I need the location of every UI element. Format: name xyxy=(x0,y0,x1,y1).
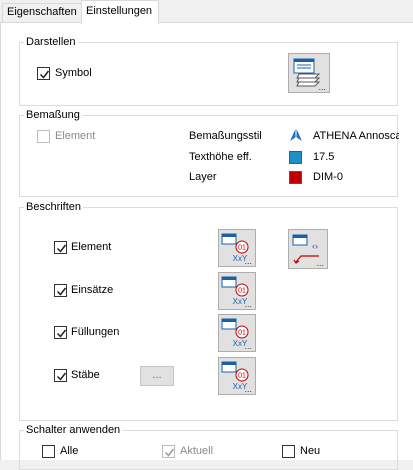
bemassungsstil-value[interactable]: ATHENA Annoscal xyxy=(313,129,399,143)
aktuell-label: Aktuell xyxy=(180,445,214,457)
ellipsis-icon: ... xyxy=(244,299,252,309)
group-beschriften-title: Beschriften xyxy=(24,200,84,214)
texthoehe-value[interactable]: 17.5 xyxy=(313,150,334,164)
fuellungen-label-settings-button[interactable]: 01 XxY ... xyxy=(218,314,256,352)
texthoehe-label: Texthöhe eff. xyxy=(189,151,252,163)
ellipsis-icon: ... xyxy=(244,256,252,266)
beschriften-element-checkbox[interactable] xyxy=(54,241,67,254)
ellipsis-icon: ... xyxy=(244,341,252,351)
bemassung-element-checkbox[interactable] xyxy=(37,130,50,143)
group-bemassung: Bemaßung Element Bemaßungsstil ATHENA An… xyxy=(19,108,399,197)
code-label-settings-button[interactable]: ‹› ... xyxy=(288,229,328,269)
label-number-text: 01 xyxy=(238,373,246,380)
ellipsis-icon: ... xyxy=(244,384,252,394)
alle-label: Alle xyxy=(60,445,79,457)
group-darstellen-title: Darstellen xyxy=(24,35,78,49)
ellipsis-icon: ... xyxy=(318,82,326,92)
checkmark-icon xyxy=(56,287,67,296)
neu-checkbox[interactable] xyxy=(282,445,295,458)
staebe-label: Stäbe xyxy=(71,369,100,381)
layer-color-swatch xyxy=(289,171,302,184)
aktuell-checkbox[interactable] xyxy=(162,445,175,458)
texthoehe-color-swatch xyxy=(289,151,302,164)
layer-value[interactable]: DIM-0 xyxy=(313,170,343,184)
checkmark-icon xyxy=(56,329,67,338)
group-schalter-title: Schalter anwenden xyxy=(24,423,123,437)
tab-bar: Eigenschaften Einstellungen xyxy=(0,0,413,24)
bemassungsstil-label: Bemaßungsstil xyxy=(189,130,262,142)
ellipsis-icon: ... xyxy=(316,258,324,268)
bemassung-element-label: Element xyxy=(55,130,96,142)
staebe-more-button[interactable]: ... xyxy=(140,366,174,386)
symbol-label: Symbol xyxy=(55,67,92,79)
checkmark-icon xyxy=(56,244,67,253)
group-darstellen: Darstellen Symbol ... xyxy=(19,35,398,106)
einsaetze-label-settings-button[interactable]: 01 XxY ... xyxy=(218,272,256,310)
group-bemassung-title: Bemaßung xyxy=(24,108,82,122)
einsaetze-checkbox[interactable] xyxy=(54,284,67,297)
checkmark-icon xyxy=(39,70,50,79)
group-beschriften: Beschriften Element 01 XxY ... ‹› ... Ei… xyxy=(19,200,398,421)
einsaetze-label: Einsätze xyxy=(71,284,114,296)
beschriften-element-label: Element xyxy=(71,241,112,253)
alle-checkbox[interactable] xyxy=(42,445,55,458)
fuellungen-label: Füllungen xyxy=(71,326,120,338)
symbol-checkbox[interactable] xyxy=(37,67,50,80)
dimension-style-icon xyxy=(290,128,302,141)
checkmark-icon xyxy=(56,372,67,381)
neu-label: Neu xyxy=(300,445,321,457)
label-number-text: 01 xyxy=(238,245,246,252)
tab-einstellungen[interactable]: Einstellungen xyxy=(81,0,159,24)
label-number-text: 01 xyxy=(238,330,246,337)
staebe-checkbox[interactable] xyxy=(54,369,67,382)
symbol-settings-button[interactable]: ... xyxy=(288,53,330,93)
fuellungen-checkbox[interactable] xyxy=(54,326,67,339)
svg-text:‹›: ‹› xyxy=(312,241,318,251)
group-schalter: Schalter anwenden Alle Aktuell Neu xyxy=(19,423,398,470)
element-label-settings-button[interactable]: 01 XxY ... xyxy=(218,229,256,267)
label-number-text: 01 xyxy=(238,288,246,295)
layer-label: Layer xyxy=(189,171,217,183)
settings-panel: Darstellen Symbol ... Bemaßung Element B… xyxy=(0,22,413,470)
staebe-label-settings-button[interactable]: 01 XxY ... xyxy=(218,357,256,395)
tab-eigenschaften[interactable]: Eigenschaften xyxy=(2,3,82,22)
checkmark-icon xyxy=(164,448,175,457)
